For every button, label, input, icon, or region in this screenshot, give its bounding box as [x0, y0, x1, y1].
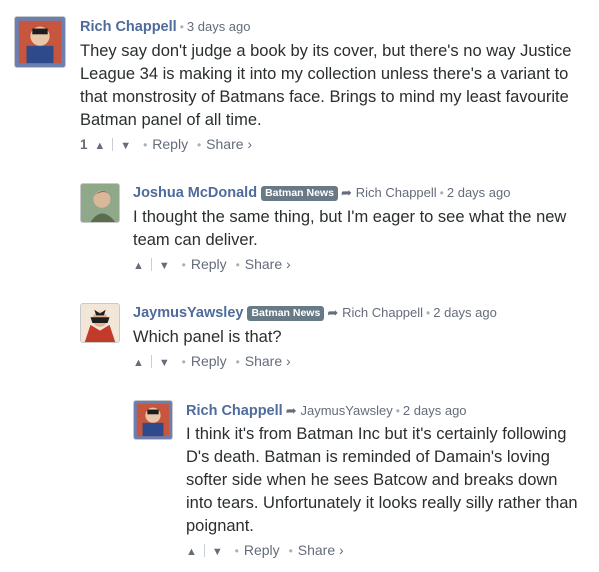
separator-dot: • [395, 404, 400, 418]
comment-header: Rich Chappell ➦ JaymusYawsley • 2 days ago [186, 401, 467, 420]
separator-dot: • [234, 544, 239, 558]
comment-rich-chappell-reply: Rich Chappell ➦ JaymusYawsley • 2 days ago … [0, 0, 599, 572]
chevron-down-icon[interactable]: ▼ [209, 543, 226, 561]
comment-actions: ▲ ▼ • Reply • Share › [183, 541, 344, 561]
reply-button[interactable]: Reply [244, 542, 280, 558]
avatar[interactable] [133, 400, 173, 440]
divider [203, 544, 205, 557]
separator-dot: • [288, 544, 293, 558]
author-name[interactable]: Rich Chappell [186, 403, 283, 419]
reply-arrow-icon: ➦ [285, 403, 297, 418]
chevron-up-icon[interactable]: ▲ [183, 543, 200, 561]
timestamp[interactable]: 2 days ago [403, 403, 467, 418]
parent-author-link[interactable]: JaymusYawsley [300, 403, 392, 418]
share-button[interactable]: Share › [298, 542, 344, 558]
comment-text: I think it's from Batman Inc but it's ce… [186, 425, 578, 535]
